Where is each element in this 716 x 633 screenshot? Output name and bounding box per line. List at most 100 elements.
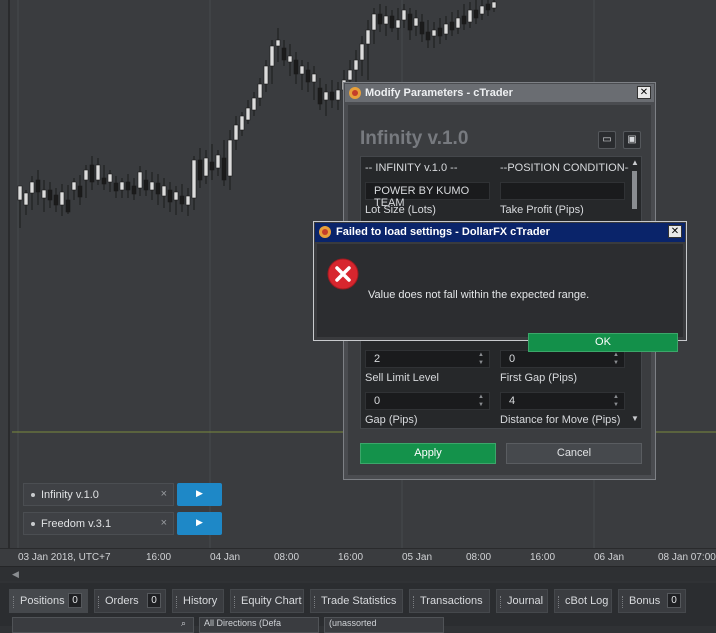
remove-bot-icon[interactable]: × (161, 517, 167, 529)
error-dialog: Failed to load settings - DollarFX cTrad… (313, 221, 687, 352)
candle-body (53, 194, 59, 206)
numeric-stepper[interactable]: 0 ▲ ▼ (500, 350, 625, 368)
scroll-left-icon[interactable]: ◀ (12, 569, 19, 580)
stepper-arrows-icon[interactable]: ▲ ▼ (613, 393, 619, 409)
stepper-arrows-icon[interactable]: ▲ ▼ (478, 393, 484, 409)
stepper-arrows-icon[interactable]: ▲ ▼ (613, 351, 619, 367)
tab-cbot-log[interactable]: cBot Log (554, 589, 612, 613)
candle-body (125, 181, 131, 191)
candle-body (203, 157, 209, 177)
count-badge: 0 (68, 593, 82, 608)
first-gap-stepper[interactable]: 4 ▲ ▼ (500, 392, 625, 410)
tab-label: cBot Log (565, 595, 609, 607)
candle-body (449, 21, 455, 31)
candle-body (383, 15, 389, 25)
tab-transactions[interactable]: Transactions (409, 589, 490, 613)
tab-label: Bonus (629, 595, 661, 607)
tab-journal[interactable]: Journal (496, 589, 548, 613)
time-label: 16:00 (338, 552, 364, 563)
candle-body (155, 182, 161, 195)
candle-body (107, 173, 113, 183)
remove-bot-icon[interactable]: × (161, 488, 167, 500)
apply-button[interactable]: Apply (360, 443, 496, 464)
tab-equity-chart[interactable]: Equity Chart (230, 589, 304, 613)
time-label: 03 Jan 2018, UTC+7 (18, 552, 111, 563)
candle-body (287, 55, 293, 63)
time-axis: 03 Jan 2018, UTC+7 16:00 04 Jan 08:00 16… (0, 548, 716, 567)
bot-row-freedom[interactable]: Freedom v.3.1 × (23, 512, 174, 535)
time-label: 08:00 (466, 552, 492, 563)
error-message: Value does not fall within the expected … (368, 289, 590, 301)
candle-body (269, 45, 275, 67)
candle-body (101, 177, 107, 185)
scroll-thumb[interactable] (632, 171, 637, 209)
candle-body (305, 69, 311, 83)
candle-body (113, 182, 119, 192)
candle-body (245, 107, 251, 121)
open-folder-icon[interactable]: ▭ (598, 131, 616, 149)
search-input[interactable]: ⌕ (12, 617, 194, 633)
close-icon[interactable]: ✕ (637, 86, 651, 99)
take-profit-label: Take Profit (Pips) (500, 204, 584, 216)
dialog-titlebar[interactable]: Modify Parameters - cTrader ✕ (345, 84, 654, 102)
tab-trade-statistics[interactable]: Trade Statistics (310, 589, 403, 613)
panel-title: Infinity v.1.0 (360, 128, 469, 149)
tab-positions[interactable]: Positions 0 (9, 589, 88, 613)
candle-body (485, 3, 491, 11)
close-icon[interactable]: ✕ (668, 225, 682, 238)
bot-row-infinity[interactable]: Infinity v.1.0 × (23, 483, 174, 506)
tab-label: Journal (507, 595, 544, 607)
sell-limit-stepper[interactable]: 0 ▲ ▼ (365, 392, 490, 410)
direction-filter[interactable]: All Directions (Defa (199, 617, 319, 633)
candle-body (221, 157, 227, 181)
tab-label: Equity Chart (241, 595, 302, 607)
candle-body (311, 73, 317, 83)
candle-body (329, 91, 335, 101)
candle-body (65, 199, 71, 213)
stepper-arrows-icon[interactable]: ▲ ▼ (478, 351, 484, 367)
error-body: Value does not fall within the expected … (317, 244, 683, 352)
save-icon[interactable]: ▣ (623, 131, 641, 149)
numeric-stepper[interactable]: 2 ▲ ▼ (365, 350, 490, 368)
candle-body (281, 47, 287, 61)
candle-body (443, 23, 449, 35)
candle-body (395, 19, 401, 29)
error-titlebar[interactable]: Failed to load settings - DollarFX cTrad… (315, 223, 685, 242)
condition-field[interactable] (500, 182, 625, 200)
candle-body (239, 115, 245, 131)
tab-orders[interactable]: Orders 0 (94, 589, 166, 613)
candle-body (251, 97, 257, 111)
cancel-button[interactable]: Cancel (506, 443, 642, 464)
chart-scrollbar[interactable]: ◀ (0, 566, 716, 581)
candle-body (17, 185, 23, 201)
candle-body (191, 159, 197, 199)
tab-history[interactable]: History (172, 589, 224, 613)
scroll-up-icon[interactable]: ▲ (631, 158, 639, 167)
label-filter[interactable]: (unassorted (324, 617, 444, 633)
candle-body (257, 83, 263, 99)
search-icon: ⌕ (181, 618, 187, 628)
candle-body (41, 189, 47, 199)
lot-size-label: Lot Size (Lots) (365, 204, 436, 216)
tab-bonus[interactable]: Bonus 0 (618, 589, 686, 613)
candle-body (47, 189, 53, 201)
candle-body (431, 29, 437, 37)
candle-body (173, 191, 179, 201)
candle-body (137, 171, 143, 189)
error-title: Failed to load settings - DollarFX cTrad… (336, 226, 550, 238)
candle-body (377, 13, 383, 25)
error-icon (327, 258, 359, 290)
ok-button[interactable]: OK (528, 333, 678, 352)
start-bot-button[interactable]: ▶ (177, 512, 222, 535)
time-label: 08:00 (274, 552, 300, 563)
start-bot-button[interactable]: ▶ (177, 483, 222, 506)
bot-name: Infinity v.1.0 (41, 489, 99, 501)
power-field[interactable]: POWER BY KUMO TEAM (365, 182, 490, 209)
scroll-down-icon[interactable]: ▼ (631, 414, 639, 423)
candle-body (437, 27, 443, 37)
candle-body (209, 161, 215, 171)
candle-body (473, 9, 479, 19)
candle-body (335, 89, 341, 101)
tab-label: Positions (20, 595, 65, 607)
candle-body (275, 39, 281, 47)
